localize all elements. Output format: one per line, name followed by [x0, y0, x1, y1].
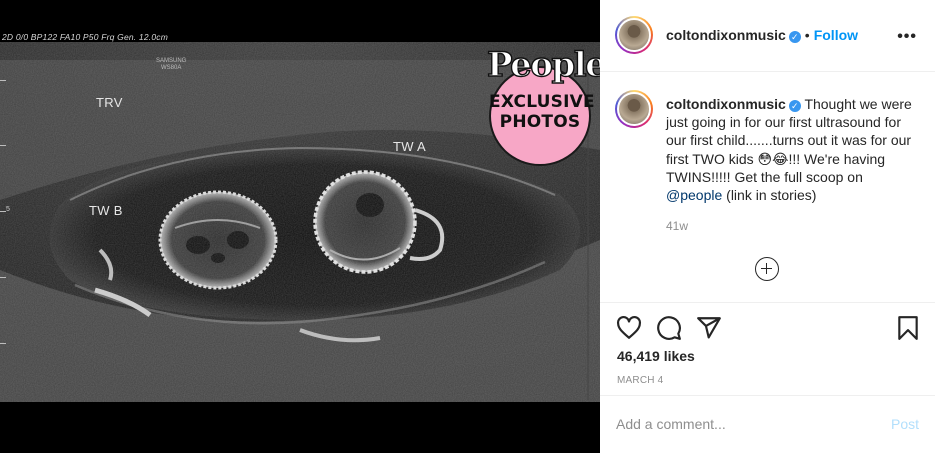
scale-tick	[0, 145, 6, 146]
caption-text-end: (link in stories)	[722, 187, 817, 204]
people-logo: People	[486, 45, 600, 85]
ultrasound-brand: SAMSUNG WS80A	[156, 58, 186, 72]
comment-bar: Post	[600, 395, 935, 453]
username-link[interactable]: coltondixonmusic	[666, 27, 786, 43]
ultrasound-header-text: 2D 0/0 BP122 FA10 P50 Frq Gen. 12.0cm	[2, 32, 168, 42]
ultrasound-brand-line1: SAMSUNG	[156, 58, 187, 64]
comment-icon[interactable]	[656, 315, 682, 341]
badge-line-photos: PHOTOS	[499, 112, 581, 132]
post-header: coltondixonmusic ✓ • Follow •••	[600, 0, 935, 72]
scale-tick	[0, 80, 6, 81]
like-heart-icon[interactable]	[616, 315, 642, 341]
post-actions: 46,419 likes MARCH 4	[600, 302, 935, 394]
post-date[interactable]: MARCH 4	[617, 375, 663, 386]
mention-link[interactable]: @people	[666, 187, 722, 203]
badge-line-exclusive: EXCLUSIVE	[489, 92, 595, 112]
caption-avatar[interactable]	[615, 90, 653, 128]
scale-tick	[0, 277, 6, 278]
more-options-icon[interactable]: •••	[897, 28, 917, 46]
label-twin-a: TW A	[393, 139, 426, 154]
post-comment-button[interactable]: Post	[891, 416, 919, 432]
scale-tick	[0, 343, 6, 344]
caption: coltondixonmusic ✓ Thought we were just g…	[666, 95, 918, 204]
header-user-line: coltondixonmusic ✓ • Follow	[666, 27, 858, 45]
follow-button[interactable]: Follow	[814, 27, 858, 43]
caption-username-link[interactable]: coltondixonmusic	[666, 96, 786, 112]
share-send-icon[interactable]	[696, 315, 722, 341]
people-exclusive-badge: People EXCLUSIVE PHOTOS	[486, 45, 600, 166]
post-media[interactable]: 2D 0/0 BP122 FA10 P50 Frq Gen. 12.0cm SA…	[0, 0, 600, 453]
avatar[interactable]	[615, 16, 653, 54]
avatar-image	[617, 92, 651, 126]
label-trv: TRV	[96, 95, 123, 110]
save-bookmark-icon[interactable]	[895, 315, 921, 341]
load-more-comments-icon[interactable]	[755, 257, 779, 281]
caption-area: coltondixonmusic ✓ Thought we were just g…	[600, 73, 935, 302]
post-panel: coltondixonmusic ✓ • Follow ••• coltondixon…	[600, 0, 935, 453]
avatar-image	[617, 18, 651, 52]
verified-badge-icon: ✓	[788, 31, 801, 43]
ultrasound-brand-line2: WS80A	[161, 65, 182, 71]
dot-separator: •	[804, 27, 810, 43]
scale-number: 5	[6, 206, 10, 213]
likes-count[interactable]: 46,419 likes	[617, 348, 695, 364]
time-ago[interactable]: 41w	[666, 219, 688, 233]
comment-input[interactable]	[616, 414, 876, 434]
label-twin-b: TW B	[89, 203, 123, 218]
verified-badge-icon: ✓	[788, 100, 801, 112]
